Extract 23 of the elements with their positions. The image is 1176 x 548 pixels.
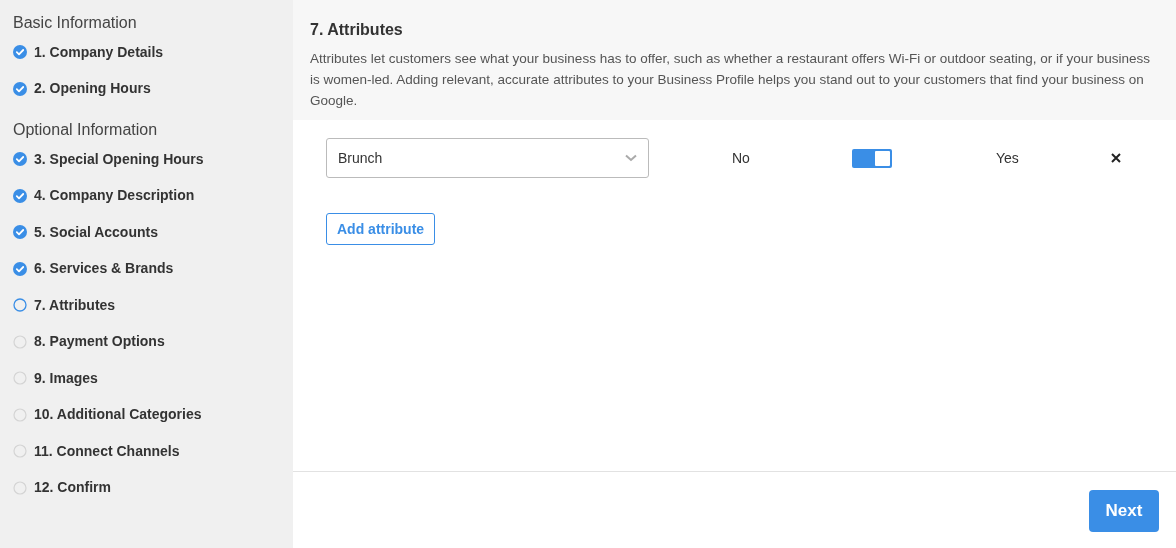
step-item[interactable]: 7. Attributes [13, 287, 293, 324]
step-item[interactable]: 4. Company Description [13, 177, 293, 214]
step-item[interactable]: 6. Services & Brands [13, 250, 293, 287]
remove-button[interactable] [1110, 153, 1121, 163]
step-item[interactable]: 12. Confirm [13, 469, 293, 506]
section-heading: Optional Information [13, 120, 159, 140]
yes-label: Yes [995, 148, 1019, 168]
step-item[interactable]: 5. Social Accounts [13, 214, 293, 251]
step-item[interactable]: 9. Images [13, 360, 293, 397]
section-heading: Basic Information [13, 13, 138, 33]
description: Attributes let customers see what your business has to offer, such as whether a restaurant offers Wi-Fi or outdoor seating, or if your business is women-led. Adding relevant, accurate attributes to your Business Profile helps you stand out to your customers that find your business on Google. [310, 50, 1151, 110]
close-icon [1110, 153, 1121, 163]
step-item[interactable]: 1. Company Details [13, 34, 293, 71]
no-label: No [732, 148, 750, 168]
page-title: 7. Attributes [310, 20, 404, 40]
chevron-down-icon [625, 154, 637, 162]
attribute-select[interactable]: Brunch [326, 138, 649, 178]
step-item[interactable]: 3. Special Opening Hours [13, 141, 293, 178]
step-item[interactable]: 10. Additional Categories [13, 396, 293, 433]
step-item[interactable]: 8. Payment Options [13, 323, 293, 360]
step-item[interactable]: 11. Connect Channels [13, 433, 293, 470]
step-item[interactable]: 2. Opening Hours [13, 70, 293, 107]
toggle-switch[interactable] [851, 148, 892, 168]
